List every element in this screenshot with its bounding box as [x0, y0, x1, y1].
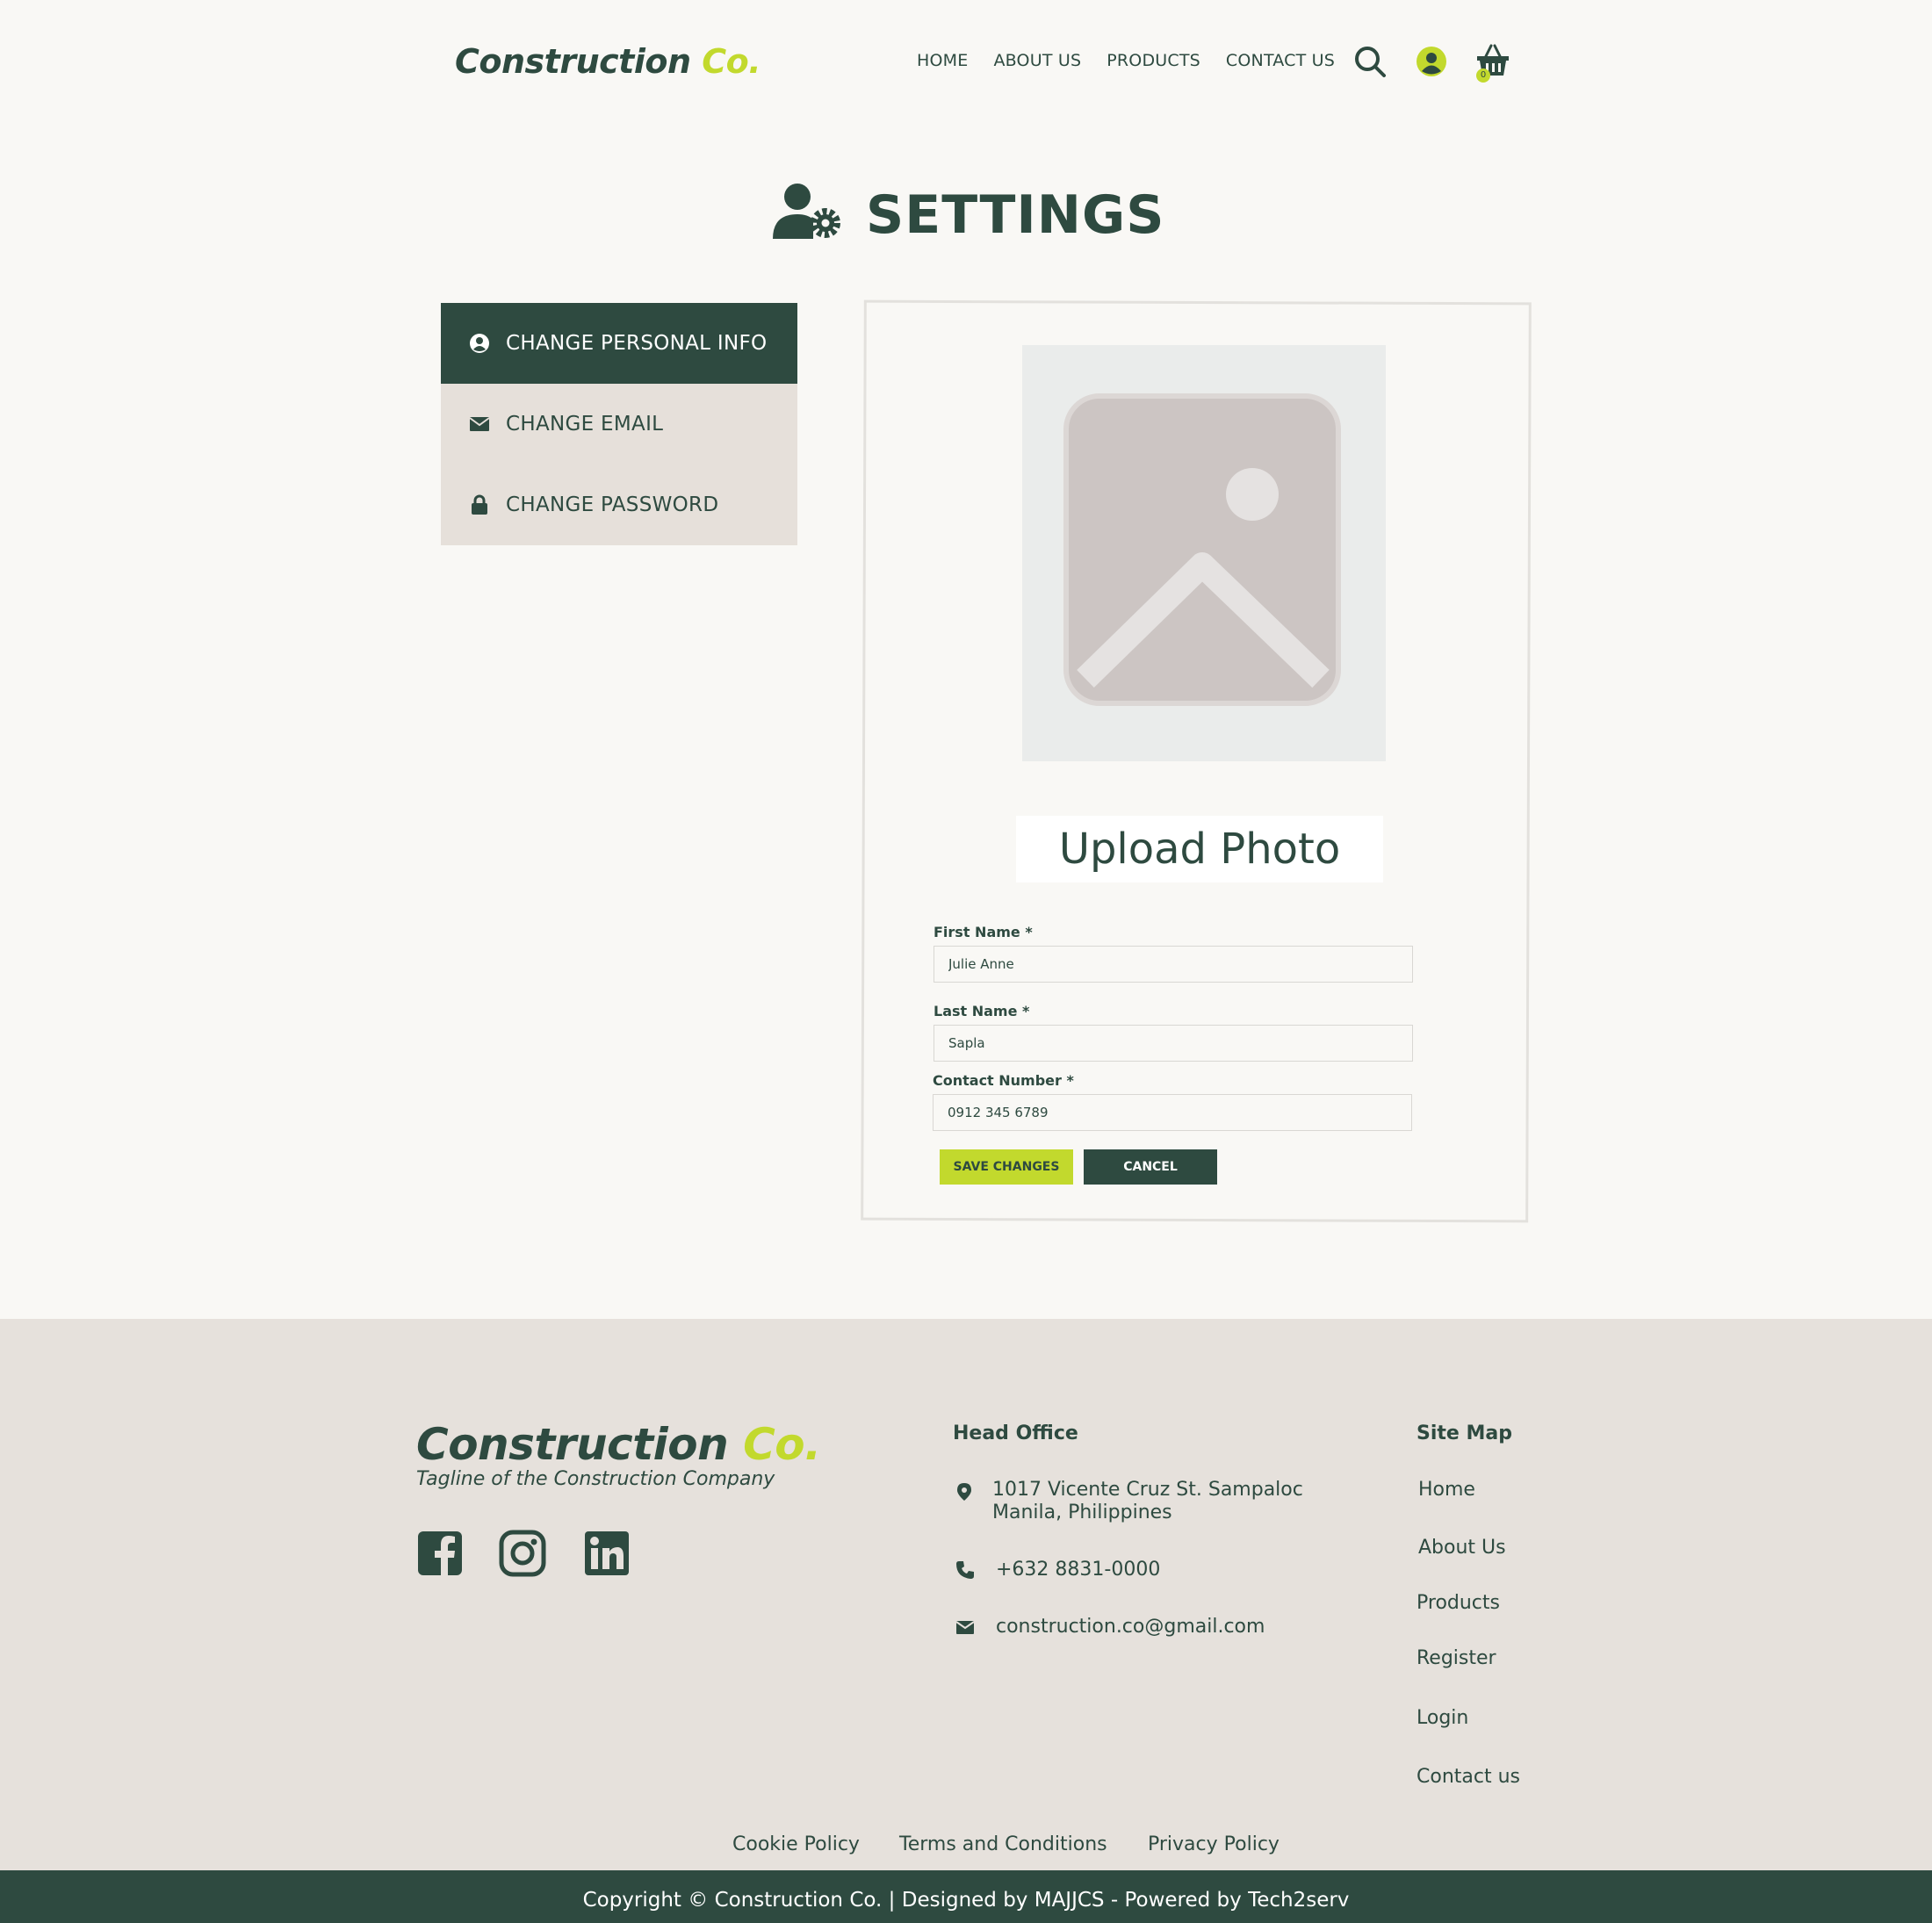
footer-logo[interactable]: Construction Co.: [416, 1419, 821, 1470]
address-line-2: Manila, Philippines: [992, 1502, 1172, 1523]
sitemap-link-contact-us[interactable]: Contact us: [1417, 1766, 1520, 1788]
instagram-icon[interactable]: [499, 1530, 546, 1577]
account-icon[interactable]: [1414, 42, 1449, 81]
sitemap-link-about-us[interactable]: About Us: [1418, 1537, 1506, 1559]
upload-photo-button[interactable]: Upload Photo: [1016, 816, 1383, 882]
sidebar-item-change-password[interactable]: CHANGE PASSWORD: [441, 465, 797, 545]
sitemap-link-login[interactable]: Login: [1417, 1707, 1468, 1729]
phone-icon: [956, 1561, 974, 1579]
user-settings-icon: [773, 184, 840, 239]
contact-number-field[interactable]: [933, 1094, 1412, 1131]
first-name-label: First Name *: [934, 924, 1033, 940]
copyright-text: Copyright © Construction Co. | Designed …: [582, 1889, 1350, 1912]
cancel-button[interactable]: CANCEL: [1084, 1149, 1217, 1185]
envelope-icon: [955, 1621, 975, 1634]
user-circle-icon: [470, 334, 489, 353]
linkedin-icon[interactable]: [583, 1530, 631, 1577]
cart-count-badge: 0: [1476, 68, 1490, 83]
last-name-field[interactable]: [934, 1025, 1413, 1062]
nav-icons: [1352, 42, 1528, 83]
settings-sidebar: CHANGE PERSONAL INFO CHANGE EMAIL CHANGE…: [441, 303, 797, 545]
page-title: SETTINGS: [866, 184, 1165, 246]
site-header: Construction Co. HOME ABOUT US PRODUCTS …: [0, 0, 1932, 123]
cookie-policy-link[interactable]: Cookie Policy: [732, 1833, 860, 1855]
lock-icon: [472, 494, 487, 515]
sidebar-item-label: CHANGE PASSWORD: [506, 493, 719, 516]
email-address[interactable]: construction.co@gmail.com: [996, 1616, 1265, 1639]
nav-products[interactable]: PRODUCTS: [1107, 51, 1200, 70]
sidebar-item-change-email[interactable]: CHANGE EMAIL: [441, 384, 797, 465]
first-name-field[interactable]: [934, 946, 1413, 983]
site-logo[interactable]: Construction Co.: [455, 42, 761, 81]
nav-home[interactable]: HOME: [917, 51, 968, 70]
profile-photo-placeholder: [1022, 345, 1386, 761]
save-changes-button[interactable]: SAVE CHANGES: [940, 1149, 1073, 1185]
sitemap-link-products[interactable]: Products: [1417, 1592, 1500, 1614]
sidebar-item-change-personal-info[interactable]: CHANGE PERSONAL INFO: [441, 303, 797, 384]
envelope-icon: [469, 417, 490, 431]
location-pin-icon: [957, 1483, 971, 1501]
copyright-bar: Copyright © Construction Co. | Designed …: [0, 1870, 1932, 1923]
sidebar-item-label: CHANGE PERSONAL INFO: [506, 332, 768, 355]
terms-and-conditions-link[interactable]: Terms and Conditions: [899, 1833, 1107, 1855]
sitemap-link-home[interactable]: Home: [1418, 1479, 1475, 1501]
contact-number-label: Contact Number *: [933, 1072, 1074, 1089]
address-line-1: 1017 Vicente Cruz St. Sampaloc: [992, 1479, 1303, 1501]
phone-number: +632 8831-0000: [996, 1559, 1161, 1581]
footer-tagline: Tagline of the Construction Company: [416, 1468, 775, 1490]
site-map-heading: Site Map: [1417, 1422, 1512, 1444]
nav-contact-us[interactable]: CONTACT US: [1226, 51, 1335, 70]
site-footer: [0, 1319, 1932, 1870]
last-name-label: Last Name *: [934, 1003, 1030, 1019]
search-icon[interactable]: [1352, 42, 1388, 81]
main-nav: HOME ABOUT US PRODUCTS CONTACT US: [917, 51, 1360, 70]
head-office-heading: Head Office: [953, 1422, 1078, 1444]
nav-about-us[interactable]: ABOUT US: [993, 51, 1081, 70]
sidebar-item-label: CHANGE EMAIL: [506, 413, 664, 436]
privacy-policy-link[interactable]: Privacy Policy: [1148, 1833, 1280, 1855]
sitemap-link-register[interactable]: Register: [1417, 1647, 1496, 1669]
facebook-icon[interactable]: [416, 1530, 464, 1577]
